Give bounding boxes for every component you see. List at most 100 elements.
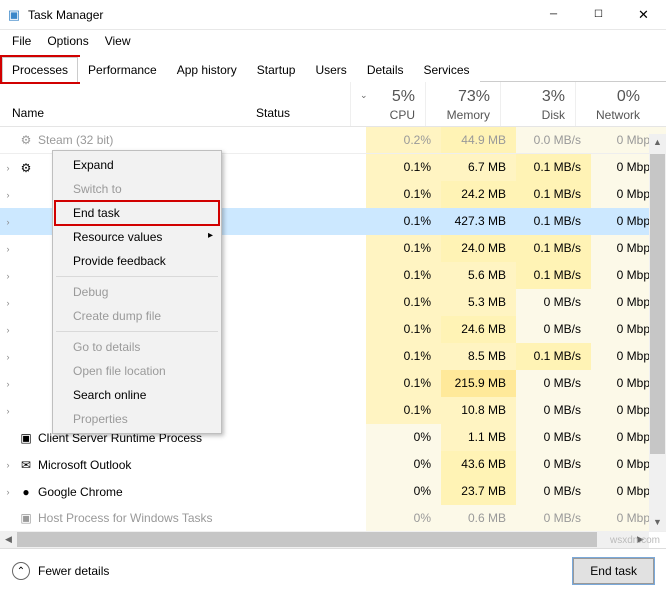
tab-startup[interactable]: Startup — [247, 57, 306, 82]
ctx-end-task[interactable]: End task — [55, 201, 219, 225]
col-network[interactable]: 0% Network — [575, 82, 650, 126]
process-icon: ✉ — [16, 458, 36, 472]
expand-chevron-icon[interactable]: › — [0, 244, 16, 254]
cpu-cell: 0.1% — [366, 316, 441, 343]
footer: ⌃ Fewer details End task — [0, 548, 666, 593]
disk-cell: 0.1 MB/s — [516, 208, 591, 235]
tab-services[interactable]: Services — [414, 57, 480, 82]
net-label: Network — [576, 108, 640, 122]
menu-bar: File Options View — [0, 30, 666, 52]
expand-chevron-icon[interactable]: › — [0, 406, 16, 416]
menu-file[interactable]: File — [4, 31, 39, 51]
col-memory[interactable]: 73% Memory — [425, 82, 500, 126]
mem-cell: 215.9 MB — [441, 370, 516, 397]
mem-cell: 427.3 MB — [441, 208, 516, 235]
app-icon: ▣ — [0, 7, 28, 23]
submenu-arrow-icon: ▸ — [208, 230, 213, 241]
process-icon: ⚙ — [16, 133, 36, 147]
scroll-left-icon[interactable]: ◀ — [0, 531, 17, 548]
cpu-cell: 0.1% — [366, 208, 441, 235]
disk-cell: 0.1 MB/s — [516, 154, 591, 181]
mem-cell: 44.9 MB — [441, 127, 516, 153]
tab-processes[interactable]: Processes — [2, 57, 78, 82]
scroll-down-icon[interactable]: ▼ — [649, 514, 666, 531]
mem-cell: 1.1 MB — [441, 424, 516, 451]
expand-chevron-icon[interactable]: › — [0, 325, 16, 335]
tab-bar: Processes Performance App history Startu… — [0, 56, 666, 82]
scroll-thumb[interactable] — [650, 154, 665, 454]
expand-chevron-icon[interactable]: › — [0, 298, 16, 308]
expand-chevron-icon[interactable]: › — [0, 217, 16, 227]
disk-cell: 0.1 MB/s — [516, 235, 591, 262]
window-title: Task Manager — [28, 8, 531, 22]
minimize-button[interactable]: ─ — [531, 0, 576, 30]
fewer-details-link[interactable]: Fewer details — [38, 564, 109, 578]
close-button[interactable]: ✕ — [621, 0, 666, 30]
end-task-button[interactable]: End task — [573, 558, 654, 584]
disk-cell: 0 MB/s — [516, 505, 591, 531]
ctx-provide-feedback[interactable]: Provide feedback — [55, 249, 219, 273]
ctx-go-details: Go to details — [55, 335, 219, 359]
menu-options[interactable]: Options — [39, 31, 96, 51]
menu-view[interactable]: View — [97, 31, 139, 51]
process-icon: ⚙ — [16, 161, 36, 175]
sort-indicator-icon: ⌄ — [360, 90, 368, 101]
mem-label: Memory — [426, 108, 490, 122]
disk-cell: 0.1 MB/s — [516, 181, 591, 208]
tab-performance[interactable]: Performance — [78, 57, 167, 82]
scroll-thumb[interactable] — [17, 532, 597, 547]
mem-cell: 0.6 MB — [441, 505, 516, 531]
tab-app-history[interactable]: App history — [167, 57, 247, 82]
cpu-cell: 0.1% — [366, 181, 441, 208]
expand-chevron-icon[interactable]: › — [0, 190, 16, 200]
expand-chevron-icon[interactable]: › — [0, 163, 16, 173]
cpu-cell: 0% — [366, 505, 441, 531]
table-row[interactable]: ›●Google Chrome0%23.7 MB0 MB/s0 Mbps — [0, 478, 666, 505]
net-pct: 0% — [576, 88, 640, 106]
disk-cell: 0 MB/s — [516, 289, 591, 316]
ctx-properties: Properties — [55, 407, 219, 431]
mem-pct: 73% — [426, 88, 490, 106]
disk-cell: 0.1 MB/s — [516, 262, 591, 289]
col-name[interactable]: Name — [0, 106, 250, 126]
process-icon: ▣ — [16, 511, 36, 525]
col-cpu[interactable]: 5% CPU — [350, 82, 425, 126]
process-name: Google Chrome — [36, 485, 366, 499]
cpu-cell: 0% — [366, 424, 441, 451]
maximize-button[interactable]: ☐ — [576, 0, 621, 30]
expand-chevron-icon[interactable]: › — [0, 460, 16, 470]
cpu-cell: 0.2% — [366, 127, 441, 153]
col-status[interactable]: Status — [250, 106, 350, 126]
disk-cell: 0 MB/s — [516, 397, 591, 424]
ctx-switch-to: Switch to — [55, 177, 219, 201]
col-disk[interactable]: 3% Disk — [500, 82, 575, 126]
horizontal-scrollbar[interactable]: ◀ ▶ — [0, 531, 649, 548]
process-icon: ▣ — [16, 431, 36, 445]
table-row[interactable]: ›✉Microsoft Outlook0%43.6 MB0 MB/s0 Mbps — [0, 451, 666, 478]
ctx-resource-label: Resource values — [73, 230, 162, 244]
expand-chevron-icon[interactable]: › — [0, 352, 16, 362]
cpu-label: CPU — [351, 108, 415, 122]
disk-cell: 0 MB/s — [516, 478, 591, 505]
fewer-details-icon[interactable]: ⌃ — [12, 562, 30, 580]
vertical-scrollbar[interactable]: ▲ ▼ — [649, 134, 666, 531]
expand-chevron-icon[interactable]: › — [0, 379, 16, 389]
expand-chevron-icon[interactable]: › — [0, 487, 16, 497]
process-icon: ● — [16, 485, 36, 499]
cpu-cell: 0.1% — [366, 154, 441, 181]
mem-cell: 23.7 MB — [441, 478, 516, 505]
disk-pct: 3% — [501, 88, 565, 106]
disk-cell: 0 MB/s — [516, 451, 591, 478]
tab-users[interactable]: Users — [305, 57, 356, 82]
table-row[interactable]: ▣Host Process for Windows Tasks0%0.6 MB0… — [0, 505, 666, 532]
tab-details[interactable]: Details — [357, 57, 414, 82]
separator — [56, 331, 218, 332]
ctx-dump: Create dump file — [55, 304, 219, 328]
ctx-expand[interactable]: Expand — [55, 153, 219, 177]
cpu-cell: 0.1% — [366, 235, 441, 262]
ctx-resource-values[interactable]: Resource values ▸ — [55, 225, 219, 249]
ctx-search-online[interactable]: Search online — [55, 383, 219, 407]
cpu-cell: 0.1% — [366, 397, 441, 424]
scroll-up-icon[interactable]: ▲ — [649, 134, 666, 151]
expand-chevron-icon[interactable]: › — [0, 271, 16, 281]
